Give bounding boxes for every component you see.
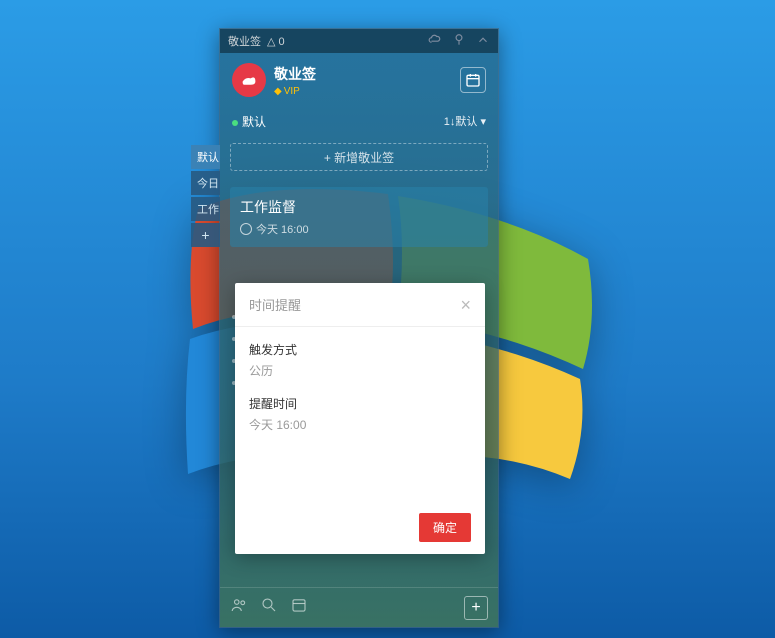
titlebar: 敬业签 △ 0 xyxy=(220,29,498,53)
bottom-add-button[interactable]: + xyxy=(464,596,488,620)
ok-button[interactable]: 确定 xyxy=(419,513,471,542)
reminder-dialog: 时间提醒 × 触发方式 公历 提醒时间 今天 16:00 确定 xyxy=(235,283,485,554)
add-note-button[interactable]: + 新增敬业签 xyxy=(230,143,488,171)
tab-default[interactable]: 默认 xyxy=(232,113,266,130)
note-title: 工作监督 xyxy=(240,197,478,217)
tab-row: 默认 1↓默认 ▾ xyxy=(220,107,498,135)
side-tab-work[interactable]: 工作 xyxy=(191,197,220,221)
chevron-up-icon[interactable] xyxy=(476,33,490,50)
search-icon[interactable] xyxy=(260,596,278,619)
side-tab-today[interactable]: 今日 xyxy=(191,171,220,195)
sort-dropdown[interactable]: 1↓默认 ▾ xyxy=(444,113,486,129)
contacts-icon[interactable] xyxy=(230,596,248,619)
app-logo xyxy=(232,63,266,97)
notif-count: 0 xyxy=(279,36,285,48)
dialog-title: 时间提醒 xyxy=(249,295,301,314)
side-tabs: 默认 今日 工作 + xyxy=(191,145,220,247)
header: 敬业签 VIP xyxy=(220,53,498,107)
close-icon[interactable]: × xyxy=(460,296,471,314)
trigger-value[interactable]: 公历 xyxy=(249,362,471,379)
calendar-button[interactable] xyxy=(460,67,486,93)
time-value[interactable]: 今天 16:00 xyxy=(249,416,471,433)
side-tab-default[interactable]: 默认 xyxy=(191,145,220,169)
cloud-icon[interactable] xyxy=(428,33,442,50)
time-label: 提醒时间 xyxy=(249,395,471,412)
pin-icon[interactable] xyxy=(452,33,466,50)
note-card[interactable]: 工作监督 今天 16:00 xyxy=(230,187,488,247)
app-title: 敬业签 xyxy=(274,64,316,84)
trigger-label: 触发方式 xyxy=(249,341,471,358)
note-time: 今天 16:00 xyxy=(240,221,478,237)
calendar-icon[interactable] xyxy=(290,596,308,619)
vip-badge: VIP xyxy=(274,86,316,97)
bottombar: + xyxy=(220,587,498,627)
titlebar-name: 敬业签 xyxy=(228,33,261,49)
side-tab-add[interactable]: + xyxy=(191,223,220,247)
bell-icon[interactable]: △ 0 xyxy=(267,35,285,48)
app-window: 默认 今日 工作 + 敬业签 △ 0 敬业签 VIP 默认 1↓默认 ▾ + 新… xyxy=(219,28,499,628)
